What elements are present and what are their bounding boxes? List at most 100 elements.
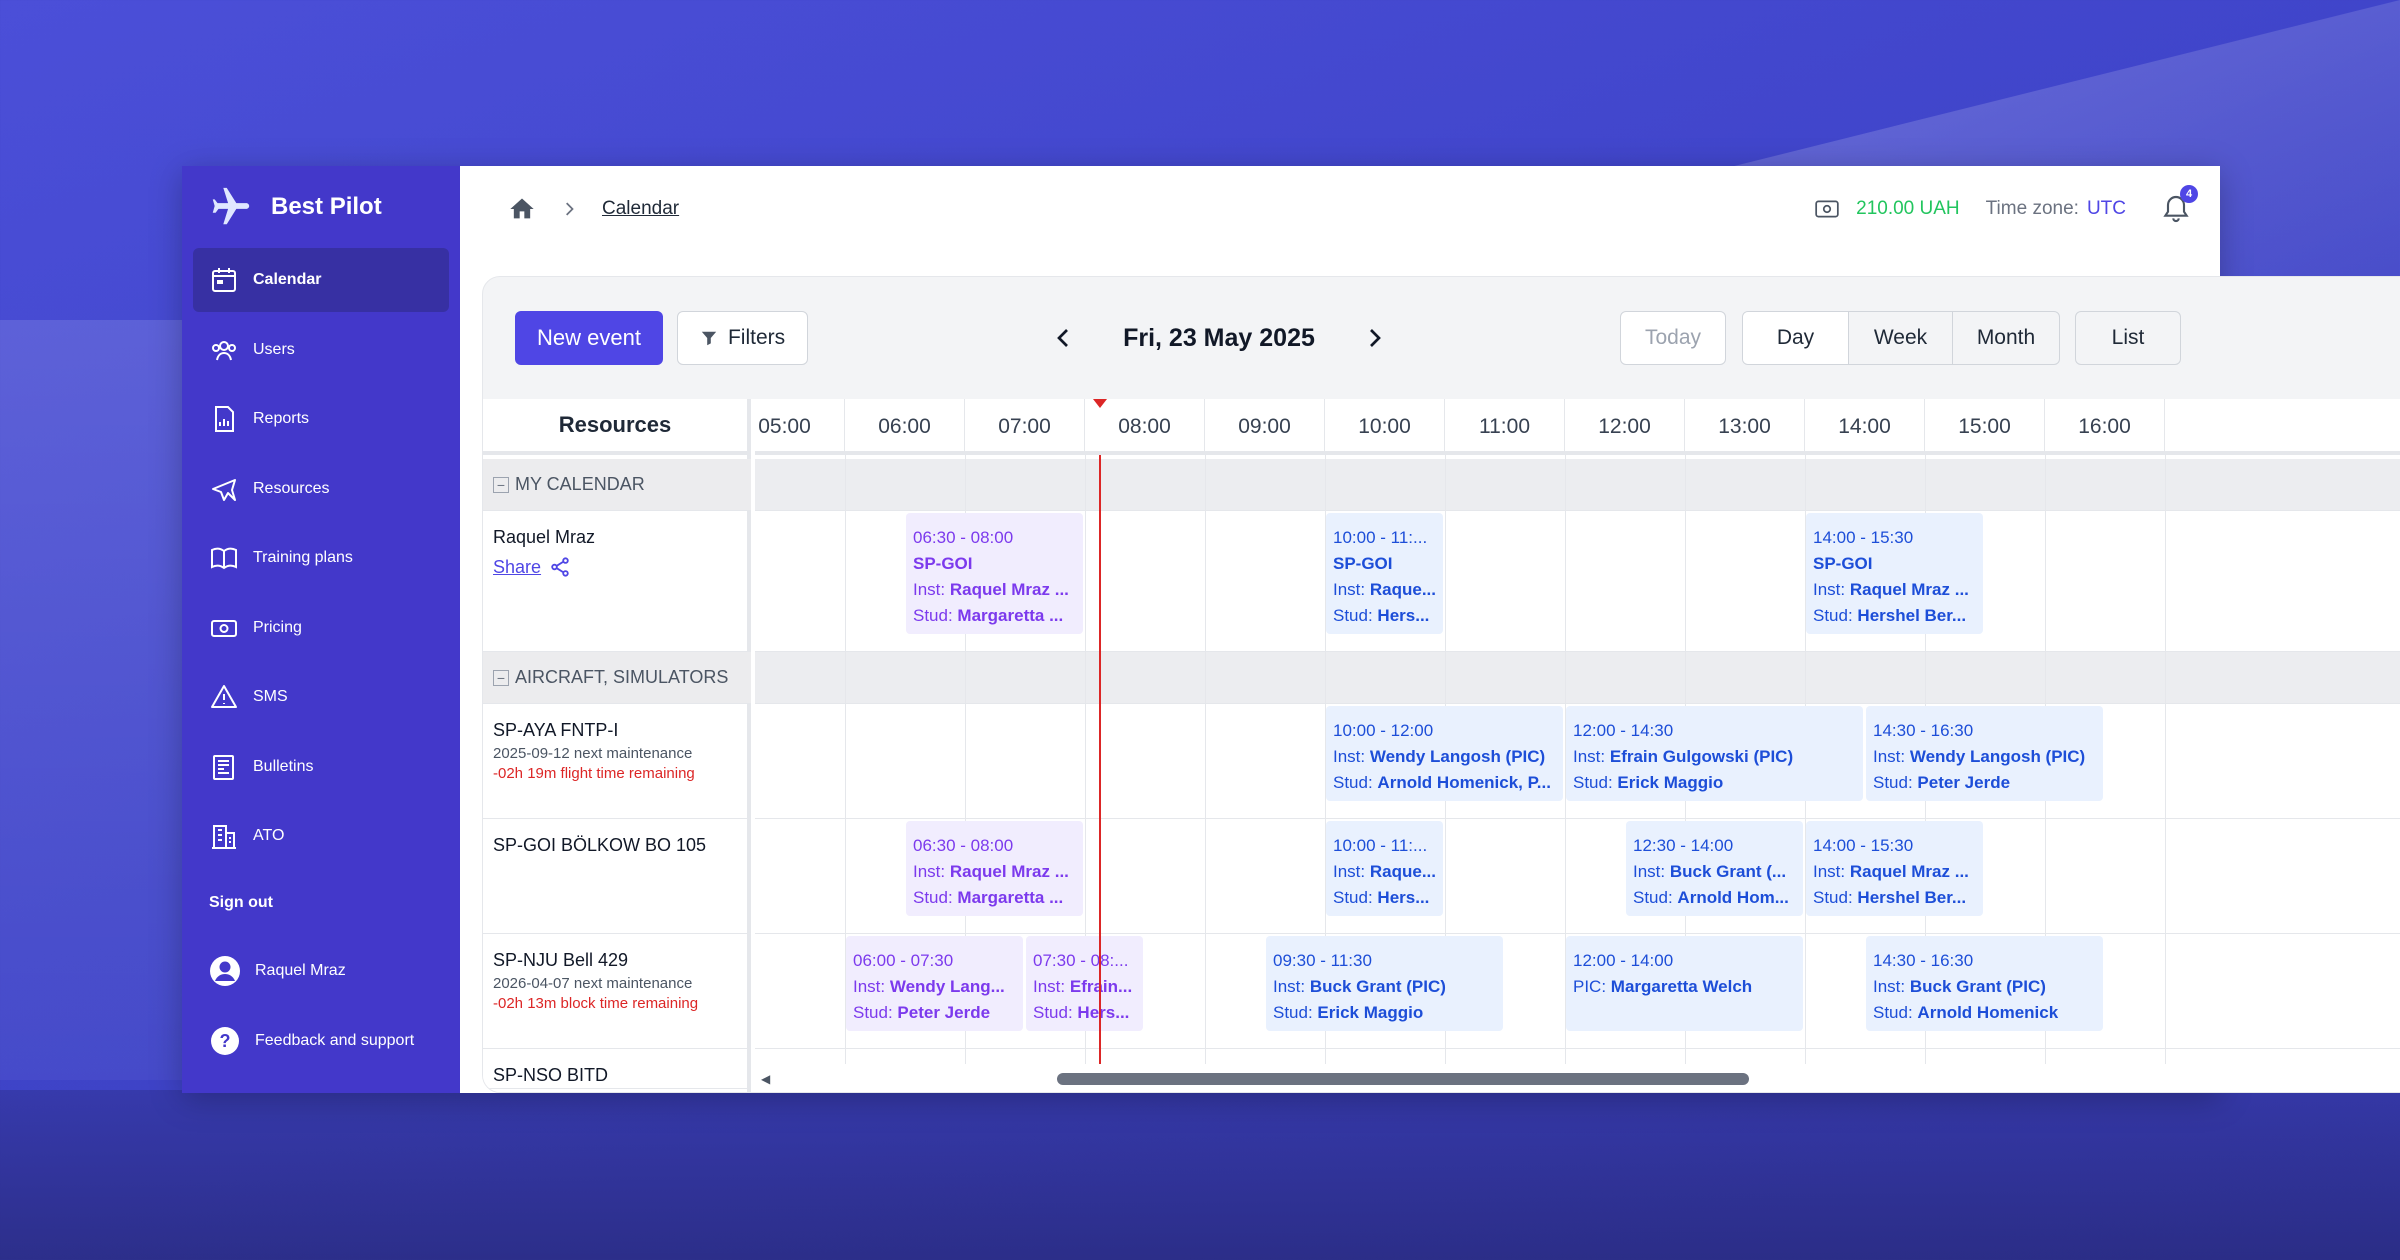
calendar-event[interactable]: 14:30 - 16:30 Inst: Wendy Langosh (PIC) St… (1866, 706, 2103, 801)
timeline-area: 05:00 06:00 07:00 08:00 09:00 10:00 11:00 12:00… (755, 399, 2400, 1092)
event-person: Stud: Arnold Hom... (1633, 885, 1797, 911)
resource-name[interactable]: SP-NSO BITD (493, 1065, 751, 1086)
resource-name[interactable]: Raquel Mraz (493, 527, 751, 548)
event-title: SP-GOI (913, 554, 973, 573)
horizontal-scrollbar[interactable]: ◀ ▶ (755, 1064, 2400, 1092)
event-person-name: Hershel Ber... (1857, 888, 1967, 907)
group-header[interactable]: − AIRCRAFT, SIMULATORS (483, 652, 751, 704)
event-person-name: Hers... (1077, 1003, 1130, 1022)
resource-name[interactable]: SP-GOI BÖLKOW BO 105 (493, 835, 751, 856)
brand[interactable]: Best Pilot (193, 166, 449, 248)
event-person-name: Hers... (1377, 888, 1430, 907)
background-tail (0, 320, 182, 1080)
event-person-name: Raque... (1369, 580, 1436, 599)
calendar-event[interactable]: 07:30 - 08:... Inst: Efrain... Stud: Hers.… (1026, 936, 1143, 1031)
home-icon[interactable] (508, 195, 536, 223)
feedback-link[interactable]: ? Feedback and support (193, 1006, 449, 1076)
sidebar-item-pricing[interactable]: Pricing (193, 596, 449, 660)
calendar-event[interactable]: 12:00 - 14:30 Inst: Efrain Gulgowski (PIC… (1566, 706, 1863, 801)
event-person: Stud: Hers... (1333, 603, 1437, 629)
event-time: 14:00 - 15:30 (1813, 836, 1914, 855)
event-time: 12:00 - 14:30 (1573, 721, 1674, 740)
time-remaining-warning: -02h 13m block time remaining (493, 995, 699, 1012)
sidebar-item-training-plans[interactable]: Training plans (193, 526, 449, 590)
group-label: AIRCRAFT, SIMULATORS (515, 667, 729, 687)
sidebar-item-sms[interactable]: SMS (193, 665, 449, 729)
new-event-button[interactable]: New event (515, 311, 663, 365)
group-label: MY CALENDAR (515, 474, 645, 494)
event-person-name: Efrain Gulgowski (PIC) (1609, 747, 1794, 766)
view-month-button[interactable]: Month (1953, 312, 2059, 364)
event-person-name: Buck Grant (PIC) (1309, 977, 1446, 996)
event-person-role: Inst: (853, 977, 890, 996)
sidebar-item-label: Resources (253, 479, 330, 497)
user-profile[interactable]: Raquel Mraz (193, 936, 449, 1006)
breadcrumb-calendar[interactable]: Calendar (602, 198, 679, 220)
filters-button[interactable]: Filters (676, 311, 809, 365)
event-person-name: Margaretta Welch (1610, 977, 1753, 996)
event-time: 14:30 - 16:30 (1873, 951, 1974, 970)
sidebar-item-calendar[interactable]: Calendar (193, 248, 449, 312)
horizontal-scroll-thumb[interactable] (1057, 1073, 1749, 1085)
maintenance-date: 2026-04-07 next maintenance (493, 975, 693, 992)
event-person-role: Stud: (1813, 888, 1858, 907)
resource-name[interactable]: SP-NJU Bell 429 (493, 950, 751, 971)
calendar-event[interactable]: 10:00 - 11:... SP-GOI Inst: Raque... Stud: … (1326, 513, 1443, 634)
calendar-event[interactable]: 12:30 - 14:00 Inst: Buck Grant (... Stud: … (1626, 821, 1803, 916)
event-person: Inst: Wendy Langosh (PIC) (1873, 744, 2097, 770)
sidebar-item-users[interactable]: Users (193, 318, 449, 382)
event-person: Inst: Raquel Mraz ... (913, 859, 1077, 885)
event-person-role: Stud: (1873, 1003, 1918, 1022)
sidebar-item-reports[interactable]: Reports (193, 387, 449, 451)
view-day-button[interactable]: Day (1743, 312, 1849, 364)
time-label: 13:00 (1685, 399, 1805, 455)
calendar-event[interactable]: 09:30 - 11:30 Inst: Buck Grant (PIC) Stud:… (1266, 936, 1503, 1031)
event-person: Stud: Hershel Ber... (1813, 885, 1977, 911)
group-header[interactable]: − MY CALENDAR (483, 459, 751, 511)
notifications-button[interactable]: 4 (2160, 185, 2198, 225)
today-button[interactable]: Today (1620, 311, 1726, 365)
calendar-event[interactable]: 14:00 - 15:30 Inst: Raquel Mraz ... Stud: … (1806, 821, 1983, 916)
calendar-event[interactable]: 14:00 - 15:30 SP-GOI Inst: Raquel Mraz ...… (1806, 513, 1983, 634)
calendar-event[interactable]: 12:00 - 14:00 PIC: Margaretta Welch (1566, 936, 1803, 1031)
event-time: 12:00 - 14:00 (1573, 951, 1674, 970)
share-link[interactable]: Share (493, 556, 751, 578)
calendar-event[interactable]: 10:00 - 12:00 Inst: Wendy Langosh (PIC) St… (1326, 706, 1563, 801)
background-ground (0, 1090, 2400, 1260)
view-week-button[interactable]: Week (1849, 312, 1953, 364)
event-time: 06:00 - 07:30 (853, 951, 954, 970)
event-person: Inst: Buck Grant (PIC) (1273, 974, 1497, 1000)
event-person-role: Inst: (1813, 580, 1850, 599)
timezone-value[interactable]: UTC (2087, 198, 2126, 220)
brand-name: Best Pilot (271, 193, 382, 220)
calendar-event[interactable]: 14:30 - 16:30 Inst: Buck Grant (PIC) Stud:… (1866, 936, 2103, 1031)
sidebar-item-ato[interactable]: ATO (193, 804, 449, 868)
resource-name[interactable]: SP-AYA FNTP-I (493, 720, 751, 741)
date-navigator: Fri, 23 May 2025 (1043, 311, 1395, 365)
collapse-icon[interactable]: − (493, 476, 509, 493)
collapse-icon[interactable]: − (493, 669, 509, 686)
sign-out-link[interactable]: Sign out (193, 874, 449, 932)
calendar-event[interactable]: 10:00 - 11:... Inst: Raque... Stud: Hers..… (1326, 821, 1443, 916)
report-icon (215, 406, 234, 432)
previous-day-button[interactable] (1043, 318, 1083, 358)
event-person-name: Arnold Homenick, P... (1377, 773, 1551, 792)
list-view-button[interactable]: List (2075, 311, 2181, 365)
event-person-name: Wendy Langosh (PIC) (1369, 747, 1546, 766)
sidebar-item-bulletins[interactable]: Bulletins (193, 735, 449, 799)
time-label: 10:00 (1325, 399, 1445, 455)
next-day-button[interactable] (1355, 318, 1395, 358)
sidebar-item-label: Calendar (253, 271, 322, 288)
calendar-event[interactable]: 06:30 - 08:00 SP-GOI Inst: Raquel Mraz ...… (906, 513, 1083, 634)
calendar-event[interactable]: 06:30 - 08:00 Inst: Raquel Mraz ... Stud: … (906, 821, 1083, 916)
event-person: Inst: Efrain Gulgowski (PIC) (1573, 744, 1857, 770)
calendar-event[interactable]: 06:00 - 07:30 Inst: Wendy Lang... Stud: Pe… (846, 936, 1023, 1031)
event-title: SP-GOI (1333, 554, 1393, 573)
resource-cell: SP-GOI BÖLKOW BO 105 (483, 819, 751, 934)
scroll-left-arrow[interactable]: ◀ (761, 1072, 770, 1086)
event-person-role: Inst: (1273, 977, 1310, 996)
sidebar-item-resources[interactable]: Resources (193, 457, 449, 521)
event-person-role: Stud: (1333, 773, 1378, 792)
timeline-header: 05:00 06:00 07:00 08:00 09:00 10:00 11:00 12:00… (755, 399, 2400, 455)
event-person-name: Raquel Mraz ... (1849, 862, 1969, 881)
